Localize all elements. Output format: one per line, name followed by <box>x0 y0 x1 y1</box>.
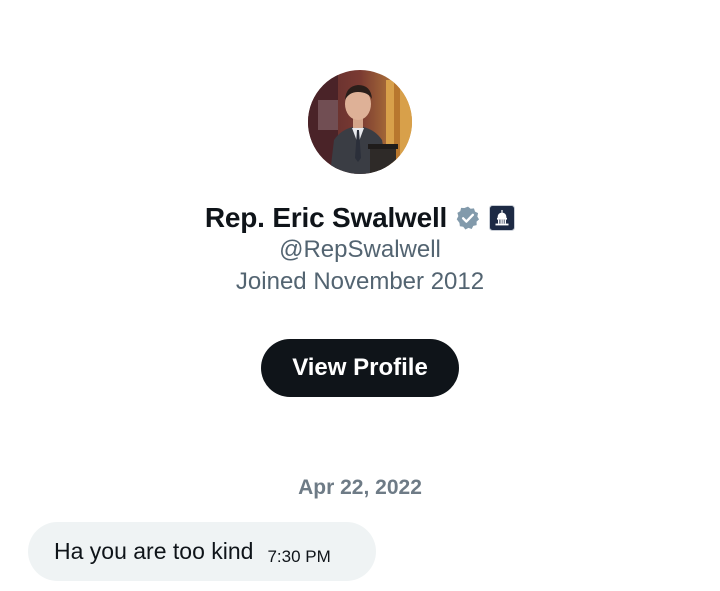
name-row: Rep. Eric Swalwell <box>0 198 720 238</box>
joined-date: Joined November 2012 <box>235 268 485 295</box>
display-name: Rep. Eric Swalwell <box>204 202 448 233</box>
conversation-date: Apr 22, 2022 <box>298 476 422 499</box>
view-profile-button[interactable]: View Profile <box>261 339 459 397</box>
message-timestamp: 7:30 PM <box>267 546 331 566</box>
capitol-government-icon[interactable] <box>489 205 516 231</box>
profile-card: Rep. Eric Swalwell @RepSwalwell Joined N… <box>0 0 720 420</box>
avatar-photo <box>308 70 412 174</box>
verified-badge-icon[interactable] <box>455 205 481 231</box>
profile-handle: @RepSwalwell <box>279 236 441 263</box>
message-bubble[interactable]: Ha you are too kind 7:30 PM <box>28 522 376 581</box>
avatar[interactable] <box>308 70 412 174</box>
message-text: Ha you are too kind <box>54 538 254 564</box>
